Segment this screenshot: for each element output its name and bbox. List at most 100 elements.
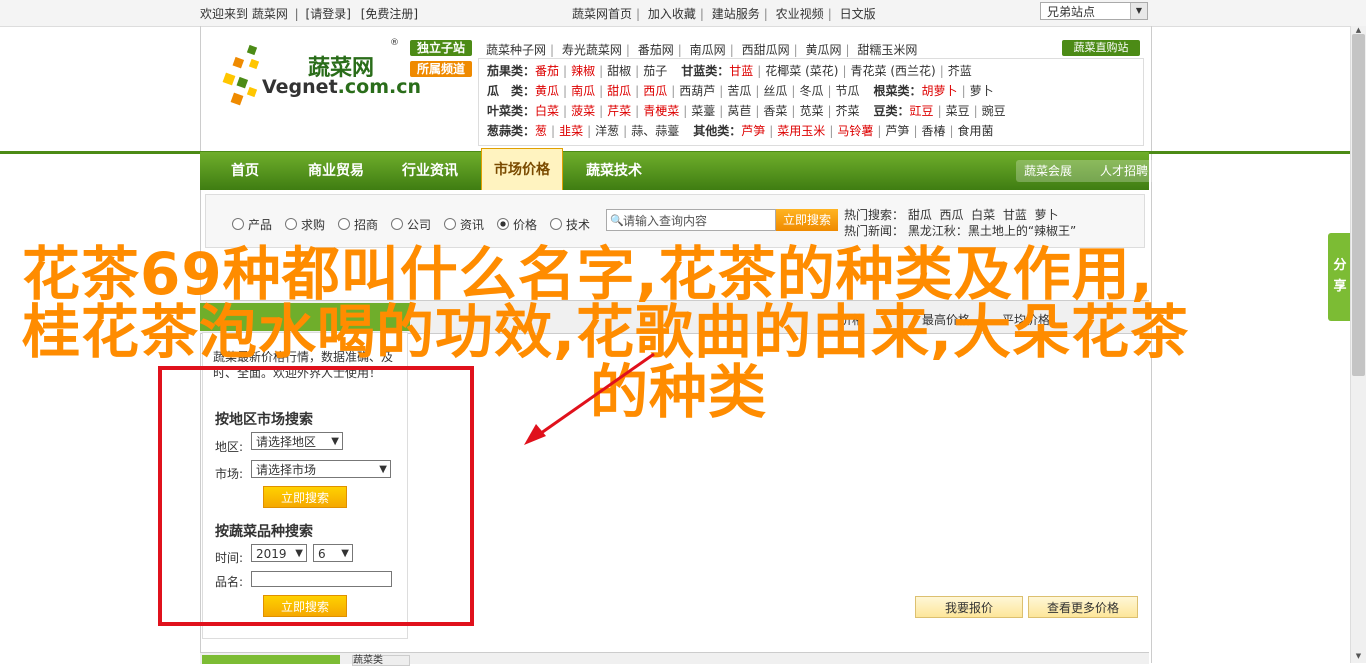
vegetable-link[interactable]: 葱 xyxy=(535,124,547,138)
nav-sub-expo[interactable]: 蔬菜会展 xyxy=(1024,160,1072,182)
radio-invest[interactable]: 招商 xyxy=(338,216,378,233)
vegetable-link[interactable]: 马铃薯 xyxy=(837,124,873,138)
vegetable-link[interactable]: 苦瓜 xyxy=(727,84,751,98)
radio-label: 产品 xyxy=(248,218,273,232)
top-link-japanese[interactable]: 日文版 xyxy=(840,7,876,21)
vegetable-link[interactable]: 芹菜 xyxy=(607,104,631,118)
nav-sub-office[interactable]: 商务室 xyxy=(1252,160,1288,182)
radio-company[interactable]: 公司 xyxy=(391,216,431,233)
vegetable-link[interactable]: 辣椒 xyxy=(571,64,595,78)
vegetable-link[interactable]: 莴苣 xyxy=(727,104,751,118)
vegetable-link[interactable]: 丝瓜 xyxy=(763,84,787,98)
vegetable-link[interactable]: 西葫芦 xyxy=(679,84,715,98)
top-link-home[interactable]: 蔬菜网首页 xyxy=(572,7,632,21)
more-prices-button[interactable]: 查看更多价格 xyxy=(1028,596,1138,618)
vegetable-link[interactable]: 菜薹 xyxy=(691,104,715,118)
channel-link[interactable]: 蔬菜种子网 xyxy=(486,43,546,57)
top-link-favorite[interactable]: 加入收藏 xyxy=(648,7,696,21)
bottom-veg-tab[interactable]: 蔬菜类 xyxy=(352,655,410,666)
vegetable-link[interactable]: 蒜、蒜薹 xyxy=(631,124,679,138)
direct-buy-button[interactable]: 蔬菜直购站 xyxy=(1062,40,1140,56)
hot-search-item[interactable]: 西瓜 xyxy=(940,208,964,222)
nav-news[interactable]: 行业资讯 xyxy=(390,152,470,190)
vegetable-link[interactable]: 芥蓝 xyxy=(948,64,972,78)
vegetable-link[interactable]: 菜豆 xyxy=(946,104,970,118)
vegetable-link[interactable]: 茄子 xyxy=(643,64,667,78)
search-input[interactable]: 🔍 请输入查询内容 xyxy=(606,209,776,231)
logo-en-a: Vegnet xyxy=(262,76,338,98)
vegetable-link[interactable]: 白菜 xyxy=(535,104,559,118)
register-link[interactable]: [免费注册] xyxy=(361,7,418,21)
hot-search-item[interactable]: 白菜 xyxy=(971,208,995,222)
hot-search-label: 热门搜索： xyxy=(844,208,905,222)
nav-tech[interactable]: 蔬菜技术 xyxy=(572,152,656,190)
vegetable-category-label: 瓜 类： xyxy=(487,84,536,98)
vegetable-link[interactable]: 芥菜 xyxy=(836,104,860,118)
vegetable-link[interactable]: 南瓜 xyxy=(571,84,595,98)
vegetable-link[interactable]: 芦笋 xyxy=(885,124,909,138)
nav-trade[interactable]: 商业贸易 xyxy=(296,152,376,190)
top-link-video[interactable]: 农业视频 xyxy=(776,7,824,21)
vegetable-link[interactable]: 豇豆 xyxy=(910,104,934,118)
radio-tech[interactable]: 技术 xyxy=(550,216,590,233)
vegetable-link[interactable]: 西瓜 xyxy=(643,84,667,98)
nav-sub-forum[interactable]: 蔬菜论坛 xyxy=(1176,160,1224,182)
vegetable-link[interactable]: 菠菜 xyxy=(571,104,595,118)
vegetable-category-label: 茄果类： xyxy=(487,64,536,78)
featured-channel-tag: 所属频道 xyxy=(410,61,472,77)
channel-link[interactable]: 寿光蔬菜网 xyxy=(562,43,622,57)
scroll-down-icon[interactable]: ▼ xyxy=(1352,652,1365,660)
vegetable-link[interactable]: 胡萝卜 xyxy=(922,84,958,98)
vegetable-link[interactable]: 菜用玉米 xyxy=(777,124,825,138)
vegetable-link[interactable]: 韭菜 xyxy=(559,124,583,138)
vegetable-link[interactable]: 青花菜 (西兰花) xyxy=(851,64,936,78)
vegetable-link[interactable]: 芦笋 xyxy=(741,124,765,138)
vegetable-link[interactable]: 黄瓜 xyxy=(535,84,559,98)
report-price-button[interactable]: 我要报价 xyxy=(915,596,1023,618)
vegetable-link[interactable]: 香菜 xyxy=(763,104,787,118)
welcome-text: 欢迎来到 蔬菜网 xyxy=(200,7,288,21)
vegetable-link[interactable]: 番茄 xyxy=(535,64,559,78)
radio-icon xyxy=(444,218,456,230)
vegetable-link[interactable]: 青梗菜 xyxy=(643,104,679,118)
radio-product[interactable]: 产品 xyxy=(232,216,272,233)
radio-icon xyxy=(550,218,562,230)
vegetable-link[interactable]: 甜瓜 xyxy=(607,84,631,98)
vegetable-link[interactable]: 豌豆 xyxy=(982,104,1006,118)
scroll-up-icon[interactable]: ▲ xyxy=(1352,26,1365,34)
share-button[interactable]: 分享 xyxy=(1328,233,1352,321)
nav-home[interactable]: 首页 xyxy=(210,152,280,190)
vegetable-link[interactable]: 甘蓝 xyxy=(729,64,753,78)
vegetable-link[interactable]: 冬瓜 xyxy=(799,84,823,98)
vegetable-link[interactable]: 花椰菜 (菜花) xyxy=(765,64,838,78)
nav-market-price[interactable]: 市场价格 xyxy=(481,148,563,190)
search-button[interactable]: 立即搜索 xyxy=(776,209,838,231)
hot-news-link[interactable]: 黑龙江秋：黑土地上的“辣椒王” xyxy=(908,224,1076,238)
vegetable-link[interactable]: 萝卜 xyxy=(970,84,994,98)
channel-link[interactable]: 黄瓜网 xyxy=(805,43,841,57)
site-logo[interactable]: ® 蔬菜网 Vegnet.com.cn xyxy=(210,38,421,118)
hot-search-item[interactable]: 萝卜 xyxy=(1034,208,1058,222)
radio-buy[interactable]: 求购 xyxy=(285,216,325,233)
radio-info[interactable]: 资讯 xyxy=(444,216,484,233)
channel-link[interactable]: 西甜瓜网 xyxy=(742,43,790,57)
vegetable-link[interactable]: 节瓜 xyxy=(836,84,860,98)
logo-en-text: Vegnet.com.cn xyxy=(262,76,421,98)
sister-sites-select[interactable]: 兄弟站点 ▼ xyxy=(1040,2,1148,20)
nav-sub-jobs[interactable]: 人才招聘 xyxy=(1100,160,1148,182)
vegetable-link[interactable]: 食用菌 xyxy=(958,124,994,138)
channel-link[interactable]: 南瓜网 xyxy=(690,43,726,57)
vegetable-link[interactable]: 甜椒 xyxy=(607,64,631,78)
scroll-thumb[interactable] xyxy=(1352,34,1365,376)
hot-search-item[interactable]: 甜瓜 xyxy=(908,208,932,222)
page-scrollbar[interactable]: ▲ ▼ xyxy=(1350,26,1366,663)
vegetable-link[interactable]: 洋葱 xyxy=(595,124,619,138)
vegetable-link[interactable]: 苋菜 xyxy=(799,104,823,118)
login-link[interactable]: [请登录] xyxy=(306,7,351,21)
vegetable-link[interactable]: 香椿 xyxy=(921,124,945,138)
top-link-build[interactable]: 建站服务 xyxy=(712,7,760,21)
radio-price[interactable]: 价格 xyxy=(497,216,537,233)
hot-search-item[interactable]: 甘蓝 xyxy=(1003,208,1027,222)
channel-link[interactable]: 甜糯玉米网 xyxy=(857,43,917,57)
channel-link[interactable]: 番茄网 xyxy=(638,43,674,57)
